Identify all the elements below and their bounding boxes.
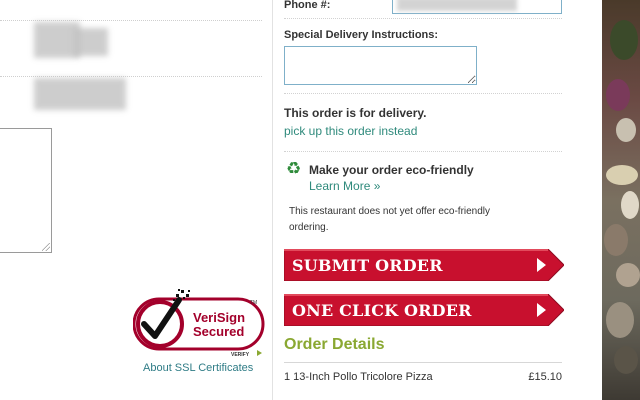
one-click-order-button[interactable]: ONE CLICK ORDER bbox=[284, 294, 564, 326]
divider bbox=[284, 362, 562, 363]
delivery-status: This order is for delivery. bbox=[284, 106, 427, 120]
redacted-field bbox=[34, 78, 126, 110]
arrow-right-icon bbox=[537, 258, 546, 272]
column-divider bbox=[272, 0, 273, 400]
submit-order-button[interactable]: SUBMIT ORDER bbox=[284, 249, 564, 281]
divider bbox=[0, 76, 262, 77]
about-ssl-link[interactable]: About SSL Certificates bbox=[143, 362, 253, 374]
verisign-seal[interactable]: VeriSign Secured TM VERIFY bbox=[132, 288, 267, 360]
delivery-instructions-textarea[interactable] bbox=[284, 46, 477, 85]
order-details-heading: Order Details bbox=[284, 336, 385, 353]
phone-label: Phone #: bbox=[284, 0, 331, 11]
divider bbox=[284, 18, 562, 19]
divider bbox=[0, 20, 262, 21]
submit-order-label: SUBMIT ORDER bbox=[292, 256, 443, 275]
badge-line1: VeriSign bbox=[193, 310, 245, 325]
redacted-phone bbox=[397, 0, 517, 11]
one-click-order-label: ONE CLICK ORDER bbox=[292, 301, 472, 320]
order-item-price: £15.10 bbox=[528, 371, 562, 383]
arrow-right-icon bbox=[537, 303, 546, 317]
address-notes-textarea[interactable] bbox=[0, 128, 52, 253]
recycle-icon: ♻ bbox=[286, 159, 302, 178]
verisign-logo-icon: VeriSign Secured TM VERIFY bbox=[132, 289, 265, 358]
instructions-label: Special Delivery Instructions: bbox=[284, 29, 439, 41]
badge-verify: VERIFY bbox=[231, 352, 250, 358]
phone-input[interactable] bbox=[392, 0, 562, 14]
divider bbox=[284, 93, 562, 94]
badge-line2: Secured bbox=[193, 324, 244, 339]
pickup-instead-link[interactable]: pick up this order instead bbox=[284, 124, 417, 138]
badge-tm: TM bbox=[250, 300, 257, 306]
divider bbox=[284, 151, 562, 152]
food-photo bbox=[602, 0, 640, 400]
eco-title: Make your order eco-friendly bbox=[309, 163, 474, 177]
resize-handle[interactable] bbox=[42, 243, 50, 251]
food-image bbox=[602, 0, 640, 400]
redacted-field bbox=[74, 28, 108, 56]
eco-note: This restaurant does not yet offer eco-f… bbox=[289, 206, 491, 233]
eco-learn-more-link[interactable]: Learn More » bbox=[309, 179, 380, 193]
order-item-name: 1 13-Inch Pollo Tricolore Pizza bbox=[284, 371, 433, 383]
left-form-column: VeriSign Secured TM VERIFY About SSL Cer… bbox=[0, 0, 272, 400]
